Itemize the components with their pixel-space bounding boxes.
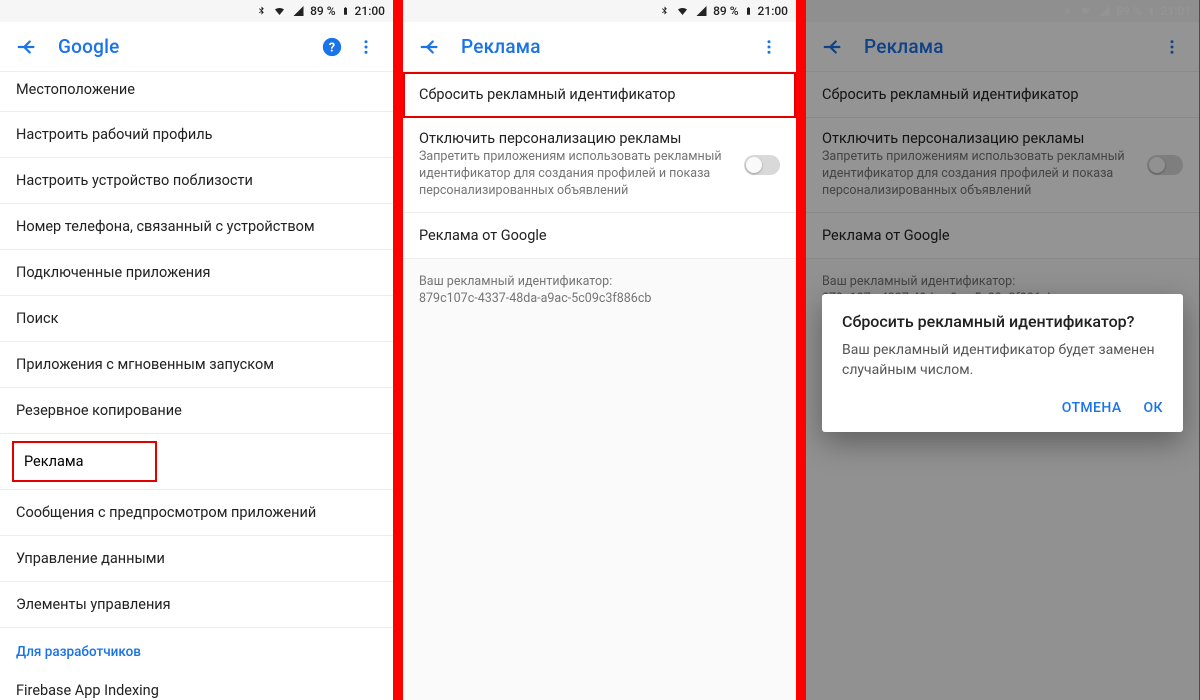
cell-signal-icon (1098, 5, 1111, 17)
battery-icon (341, 4, 350, 18)
list-item[interactable]: Сообщения с предпросмотром приложений (0, 490, 393, 536)
battery-percent: 89 % (1116, 4, 1141, 18)
ads-list: Сбросить рекламный идентификатор Отключи… (806, 72, 1199, 259)
page-title: Реклама (864, 35, 1155, 58)
list-item[interactable]: Элементы управления (0, 582, 393, 628)
bluetooth-icon (1062, 4, 1073, 18)
battery-icon (1147, 4, 1156, 18)
ads-list: Сбросить рекламный идентификатор Отключи… (403, 72, 796, 259)
list-item[interactable]: Подключенные приложения (0, 250, 393, 296)
clock: 21:00 (355, 4, 385, 18)
status-bar: 89 % 21:00 (0, 0, 393, 22)
cell-signal-icon (292, 5, 305, 17)
ads-by-google-row[interactable]: Реклама от Google (806, 213, 1199, 259)
app-bar: Реклама (403, 22, 796, 72)
opt-out-title: Отключить персонализацию рекламы (822, 130, 1135, 147)
status-bar: 89 % 21:00 (403, 0, 796, 22)
opt-out-toggle[interactable] (1147, 155, 1183, 175)
list-item[interactable]: Номер телефона, связанный с устройством (0, 204, 393, 250)
help-button[interactable]: ? (315, 30, 349, 64)
ok-button[interactable]: ОК (1144, 400, 1163, 416)
page-title: Google (58, 35, 315, 58)
ad-id-value: 879c107c-4337-48da-a9ac-5c09c3f886cb (419, 290, 780, 308)
app-bar: Реклама (806, 22, 1199, 72)
clock: 21:01 (1161, 4, 1191, 18)
screen-2-ads-settings: 89 % 21:00 Реклама Сбросить рекламный ид… (403, 0, 796, 700)
opt-out-subtitle: Запретить приложениям использовать рекла… (419, 149, 732, 200)
confirm-reset-dialog: Сбросить рекламный идентификатор? Ваш ре… (822, 294, 1183, 432)
ad-id-label: Ваш рекламный идентификатор: (419, 273, 780, 291)
clock: 21:00 (758, 4, 788, 18)
list-item-ads-highlighted[interactable]: Реклама (12, 441, 157, 482)
dialog-title: Сбросить рекламный идентификатор? (842, 312, 1163, 331)
back-button[interactable] (10, 30, 44, 64)
overflow-menu-button[interactable] (1155, 30, 1189, 64)
bluetooth-icon (256, 4, 267, 18)
battery-percent: 89 % (310, 4, 335, 18)
list-item[interactable]: Настроить устройство поблизости (0, 158, 393, 204)
cancel-button[interactable]: ОТМЕНА (1062, 400, 1122, 416)
back-button[interactable] (816, 30, 850, 64)
wifi-icon (1078, 5, 1093, 17)
ads-by-google-row[interactable]: Реклама от Google (403, 213, 796, 259)
opt-out-subtitle: Запретить приложениям использовать рекла… (822, 149, 1135, 200)
ad-id-label: Ваш рекламный идентификатор: (822, 273, 1183, 291)
screen-3-reset-dialog: 89 % 21:01 Реклама Сбросить рекламный ид… (806, 0, 1199, 700)
battery-percent: 89 % (713, 4, 738, 18)
overflow-menu-button[interactable] (752, 30, 786, 64)
reset-ad-id-row[interactable]: Сбросить рекламный идентификатор (806, 72, 1199, 118)
wifi-icon (675, 5, 690, 17)
opt-out-title: Отключить персонализацию рекламы (419, 130, 732, 147)
screen-1-google-settings: 89 % 21:00 Google ? Местоположение Настр… (0, 0, 393, 700)
page-title: Реклама (461, 35, 752, 58)
list-item[interactable]: Местоположение (0, 72, 393, 112)
opt-out-toggle[interactable] (744, 155, 780, 175)
ad-id-info: Ваш рекламный идентификатор: 879c107c-43… (403, 259, 796, 322)
status-bar: 89 % 21:01 (806, 0, 1199, 22)
list-item[interactable]: Настроить рабочий профиль (0, 112, 393, 158)
settings-list: Местоположение Настроить рабочий профиль… (0, 72, 393, 700)
opt-out-personalization-row[interactable]: Отключить персонализацию рекламы Запрети… (806, 118, 1199, 213)
svg-text:?: ? (329, 40, 335, 55)
list-item[interactable]: Приложения с мгновенным запуском (0, 342, 393, 388)
app-bar: Google ? (0, 22, 393, 72)
overflow-menu-button[interactable] (349, 30, 383, 64)
battery-icon (744, 4, 753, 18)
cell-signal-icon (695, 5, 708, 17)
section-header-developers: Для разработчиков (0, 628, 393, 668)
list-item[interactable]: Firebase App Indexing (0, 668, 393, 700)
list-item[interactable]: Управление данными (0, 536, 393, 582)
opt-out-personalization-row[interactable]: Отключить персонализацию рекламы Запрети… (403, 118, 796, 213)
dialog-actions: ОТМЕНА ОК (842, 394, 1163, 424)
list-item[interactable]: Поиск (0, 296, 393, 342)
reset-ad-id-row-highlighted[interactable]: Сбросить рекламный идентификатор (403, 72, 796, 118)
dialog-body: Ваш рекламный идентификатор будет замене… (842, 341, 1163, 380)
wifi-icon (272, 5, 287, 17)
bluetooth-icon (659, 4, 670, 18)
back-button[interactable] (413, 30, 447, 64)
list-item[interactable]: Резервное копирование (0, 388, 393, 434)
